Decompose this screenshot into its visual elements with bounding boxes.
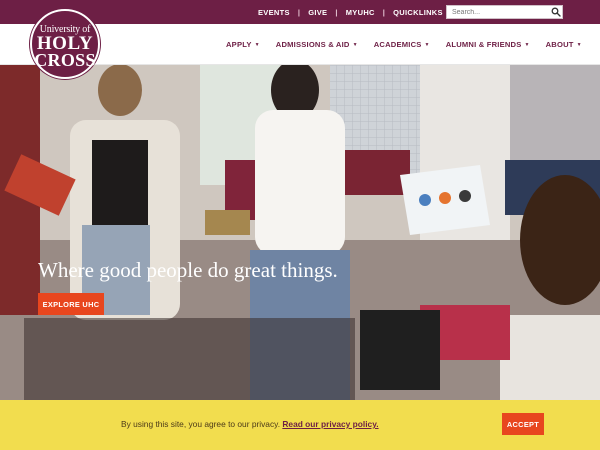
nav-item-label: ADMISSIONS & AID <box>275 40 350 49</box>
explore-uhc-button[interactable]: EXPLORE UHC <box>38 293 104 315</box>
cookie-notice-text: By using this site, you agree to our pri… <box>121 419 379 429</box>
search-icon[interactable] <box>551 7 561 17</box>
utility-links: EVENTS | GIVE | MYUHC | QUICKLINKS ▼ <box>258 0 457 24</box>
accept-cookies-button[interactable]: ACCEPT <box>502 413 544 435</box>
utility-link-myuhc[interactable]: MYUHC <box>346 8 375 17</box>
utility-separator: | <box>382 7 386 17</box>
caret-down-icon: ▼ <box>424 41 430 48</box>
logo-text-line3: CROSS <box>34 50 96 70</box>
caret-down-icon: ▼ <box>254 41 260 48</box>
nav-item-alumni-friends[interactable]: ALUMNI & FRIENDS ▼ <box>446 40 530 49</box>
search-input[interactable] <box>447 6 547 18</box>
nav-item-label: ACADEMICS <box>373 40 422 49</box>
privacy-policy-link[interactable]: Read our privacy policy. <box>282 419 378 429</box>
nav-item-apply[interactable]: APPLY ▼ <box>226 40 260 49</box>
utility-separator: | <box>297 7 301 17</box>
nav-item-admissions-aid[interactable]: ADMISSIONS & AID ▼ <box>276 40 358 49</box>
nav-item-about[interactable]: ABOUT ▼ <box>546 40 582 49</box>
nav-item-label: ALUMNI & FRIENDS <box>445 40 522 49</box>
search-box <box>446 5 563 19</box>
nav-item-label: APPLY <box>226 40 252 49</box>
main-nav: APPLY ▼ ADMISSIONS & AID ▼ ACADEMICS ▼ ALUM… <box>226 24 598 65</box>
caret-down-icon: ▼ <box>524 41 530 48</box>
nav-item-label: ABOUT <box>545 40 574 49</box>
cookie-message: By using this site, you agree to our pri… <box>121 419 281 429</box>
hero-banner <box>0 65 600 400</box>
utility-link-quicklinks[interactable]: QUICKLINKS <box>393 8 443 17</box>
caret-down-icon: ▼ <box>352 41 358 48</box>
caret-down-icon: ▼ <box>576 41 582 48</box>
hero-headline: Where good people do great things. <box>38 258 338 282</box>
university-logo[interactable]: University of HOLY CROSS <box>30 9 100 79</box>
hero-caption-panel <box>24 318 355 400</box>
cookie-banner: By using this site, you agree to our pri… <box>0 400 600 450</box>
utility-separator: | <box>335 7 338 17</box>
utility-link-events[interactable]: EVENTS <box>258 8 290 17</box>
nav-item-academics[interactable]: ACADEMICS ▼ <box>374 40 430 49</box>
utility-link-give[interactable]: GIVE <box>308 8 327 17</box>
